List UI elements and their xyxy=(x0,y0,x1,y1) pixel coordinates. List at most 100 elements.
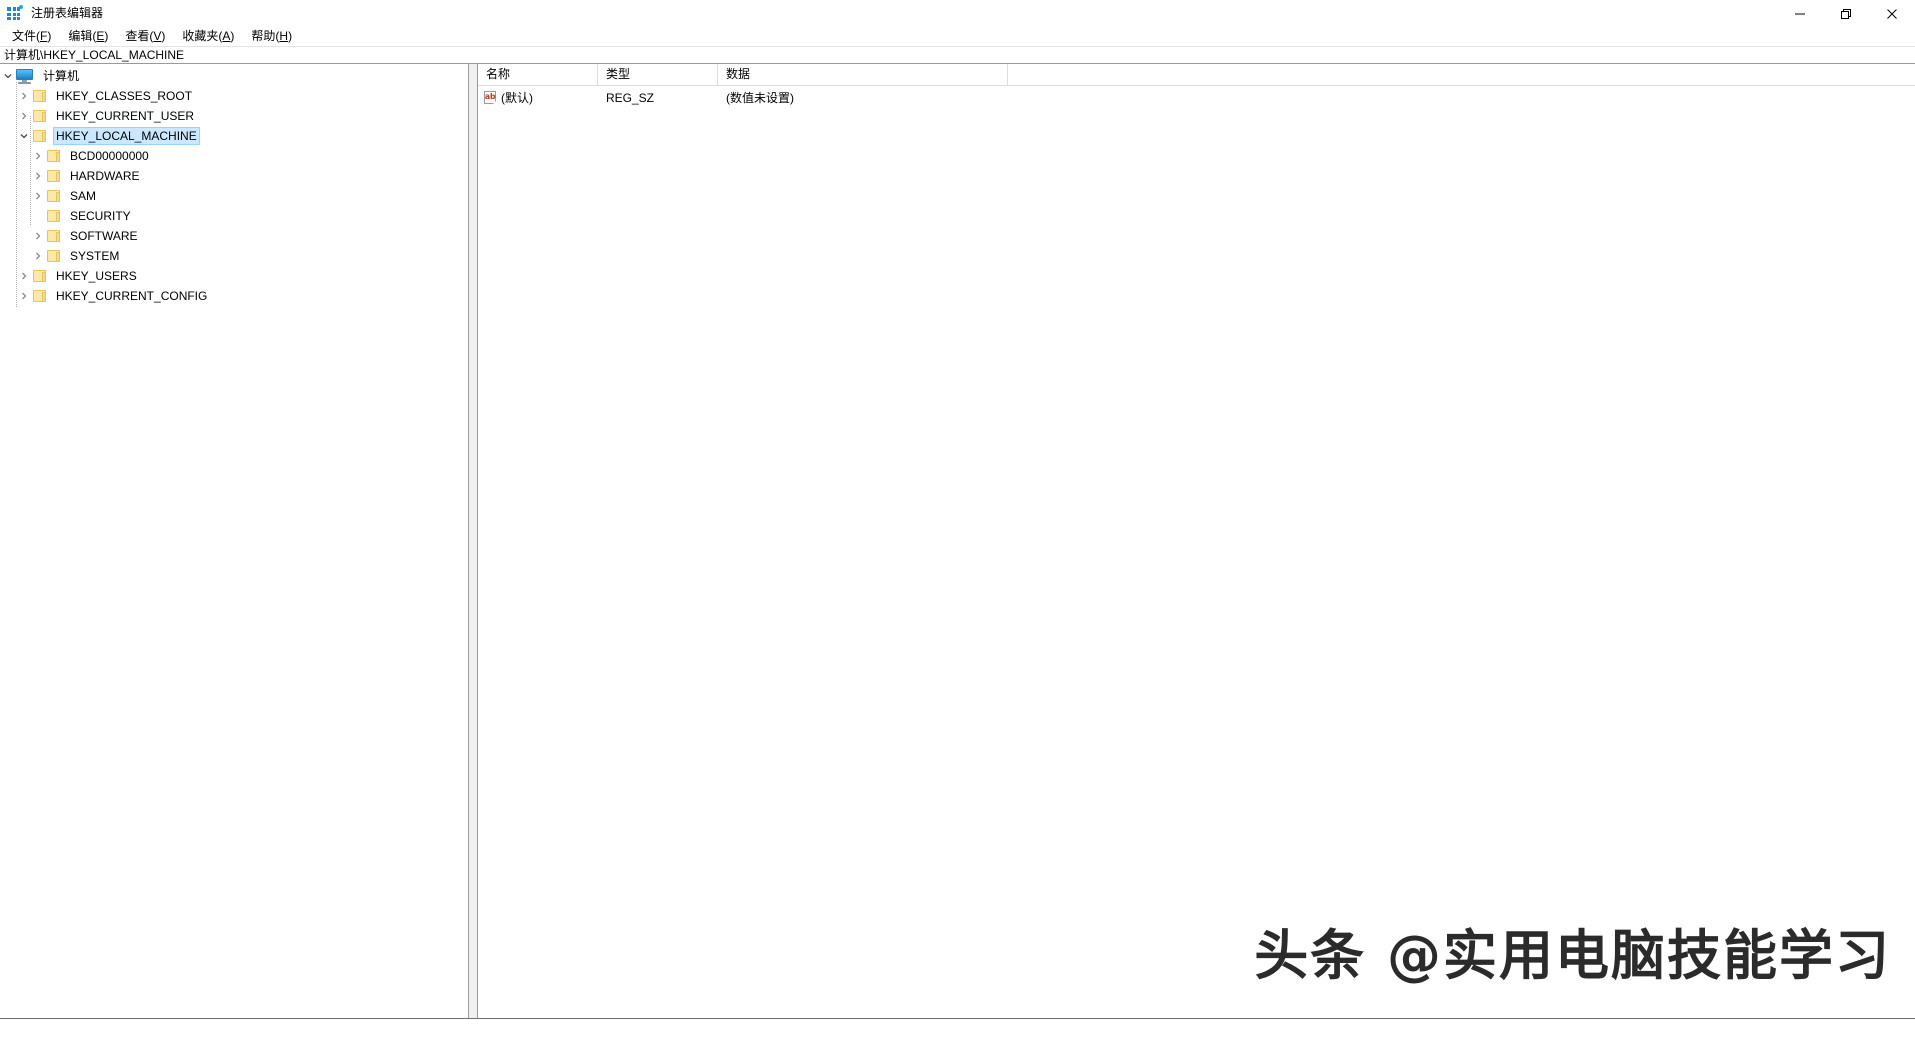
tree-row-bcd00000000[interactable]: BCD00000000 xyxy=(0,146,468,166)
menu-file[interactable]: 文件(F) xyxy=(4,28,60,46)
tree-row-hkey-current-user[interactable]: HKEY_CURRENT_USER xyxy=(0,106,468,126)
chevron-right-icon[interactable] xyxy=(16,286,32,306)
tree-node-label: SOFTWARE xyxy=(70,229,138,243)
value-data-cell: (数值未设置) xyxy=(726,91,794,105)
column-header-data[interactable]: 数据 xyxy=(718,64,1008,86)
folder-icon xyxy=(46,168,62,184)
minimize-icon xyxy=(1795,13,1805,14)
registry-tree-pane[interactable]: 计算机 HKEY_CLASSES_ROOT HKEY_CURRENT_USER HK… xyxy=(0,64,468,1018)
registry-grid-icon xyxy=(7,5,23,21)
window-controls xyxy=(1777,0,1915,27)
menu-bar: 文件(F) 编辑(E) 查看(V) 收藏夹(A) 帮助(H) xyxy=(0,27,1915,46)
menu-help-text: 帮助( xyxy=(251,28,280,43)
folder-icon xyxy=(46,228,62,244)
chevron-down-icon[interactable] xyxy=(0,66,16,86)
chevron-right-icon[interactable] xyxy=(30,166,46,186)
address-bar-path: 计算机\HKEY_LOCAL_MACHINE xyxy=(4,47,185,62)
chevron-down-icon[interactable] xyxy=(16,126,32,146)
tree-node-label: SECURITY xyxy=(70,209,131,223)
chevron-right-icon[interactable] xyxy=(30,246,46,266)
title-bar: 注册表编辑器 xyxy=(0,0,1915,27)
values-column-header: 名称 类型 数据 xyxy=(478,64,1915,86)
tree-node-label: BCD00000000 xyxy=(70,149,149,163)
chevron-right-icon[interactable] xyxy=(30,186,46,206)
tree-node-label: SYSTEM xyxy=(70,249,120,263)
address-bar[interactable]: 计算机\HKEY_LOCAL_MACHINE xyxy=(0,46,1915,64)
chevron-right-icon[interactable] xyxy=(30,146,46,166)
tree-row-system[interactable]: SYSTEM xyxy=(0,246,468,266)
folder-icon xyxy=(46,208,62,224)
restore-button[interactable] xyxy=(1823,0,1869,27)
main-split: 计算机 HKEY_CLASSES_ROOT HKEY_CURRENT_USER HK… xyxy=(0,64,1915,1019)
close-icon xyxy=(1887,8,1897,19)
close-button[interactable] xyxy=(1869,0,1915,27)
chevron-right-icon[interactable] xyxy=(30,226,46,246)
menu-edit[interactable]: 编辑(E) xyxy=(60,28,117,46)
string-value-ab-icon: ab xyxy=(483,91,497,105)
status-bar xyxy=(0,1019,1915,1041)
menu-favorites[interactable]: 收藏夹(A) xyxy=(174,28,243,46)
menu-view-text: 查看( xyxy=(125,28,154,43)
folder-icon xyxy=(46,188,62,204)
tree-node-label: HKEY_CURRENT_CONFIG xyxy=(56,289,208,303)
menu-favorites-tail: ) xyxy=(230,28,235,43)
title-bar-left: 注册表编辑器 xyxy=(0,5,103,21)
pane-splitter[interactable] xyxy=(468,64,478,1018)
menu-edit-tail: ) xyxy=(104,28,109,43)
tree-label-computer: 计算机 xyxy=(43,69,80,83)
menu-help-accel: H xyxy=(279,28,289,43)
restore-icon xyxy=(1841,8,1851,19)
menu-help-tail: ) xyxy=(288,28,293,43)
folder-icon xyxy=(46,148,62,164)
tree-row-hkey-users[interactable]: HKEY_USERS xyxy=(0,266,468,286)
window-title: 注册表编辑器 xyxy=(31,6,104,20)
tree-node-label: HARDWARE xyxy=(70,169,140,183)
computer-icon xyxy=(16,68,34,84)
chevron-right-icon[interactable] xyxy=(16,266,32,286)
menu-file-tail: ) xyxy=(47,28,52,43)
folder-icon xyxy=(32,88,48,104)
tree-row-computer[interactable]: 计算机 xyxy=(0,66,468,86)
tree-row-security[interactable]: SECURITY xyxy=(0,206,468,226)
menu-view-tail: ) xyxy=(161,28,166,43)
minimize-button[interactable] xyxy=(1777,0,1823,27)
folder-icon xyxy=(46,248,62,264)
menu-help[interactable]: 帮助(H) xyxy=(243,28,301,46)
tree-row-hkey-classes-root[interactable]: HKEY_CLASSES_ROOT xyxy=(0,86,468,106)
column-header-type[interactable]: 类型 xyxy=(598,64,718,86)
tree-row-hardware[interactable]: HARDWARE xyxy=(0,166,468,186)
value-name-text: (默认) xyxy=(501,91,533,105)
registry-editor-window: 注册表编辑器 文件(F) 编辑(E) 查看(V) 收藏夹(A) 帮助(H) 计算… xyxy=(0,0,1915,1041)
registry-values-pane[interactable]: 名称 类型 数据 ab (默认) REG_SZ (数值未设置) 头条 @实用电脑… xyxy=(478,64,1915,1018)
tree-row-hkey-current-config[interactable]: HKEY_CURRENT_CONFIG xyxy=(0,286,468,306)
folder-icon xyxy=(32,268,48,284)
folder-icon xyxy=(32,288,48,304)
folder-icon xyxy=(32,108,48,124)
tree-node-list: HKEY_CLASSES_ROOT HKEY_CURRENT_USER HKEY_L… xyxy=(0,86,468,306)
chevron-right-icon[interactable] xyxy=(16,86,32,106)
tree-node-label: HKEY_USERS xyxy=(56,269,137,283)
tree-row-sam[interactable]: SAM xyxy=(0,186,468,206)
tree-row-hkey-local-machine[interactable]: HKEY_LOCAL_MACHINE xyxy=(0,126,468,146)
watermark-text: 头条 @实用电脑技能学习 xyxy=(1254,924,1891,987)
value-name-cell: ab (默认) xyxy=(478,89,598,107)
tree-row-software[interactable]: SOFTWARE xyxy=(0,226,468,246)
menu-view[interactable]: 查看(V) xyxy=(117,28,174,46)
column-header-name[interactable]: 名称 xyxy=(478,64,598,86)
tree-node-label: HKEY_CLASSES_ROOT xyxy=(56,89,193,103)
table-row[interactable]: ab (默认) REG_SZ (数值未设置) xyxy=(478,88,1915,108)
tree-node-label: HKEY_LOCAL_MACHINE xyxy=(53,127,200,145)
chevron-right-icon[interactable] xyxy=(16,106,32,126)
value-type-cell: REG_SZ xyxy=(606,91,655,105)
